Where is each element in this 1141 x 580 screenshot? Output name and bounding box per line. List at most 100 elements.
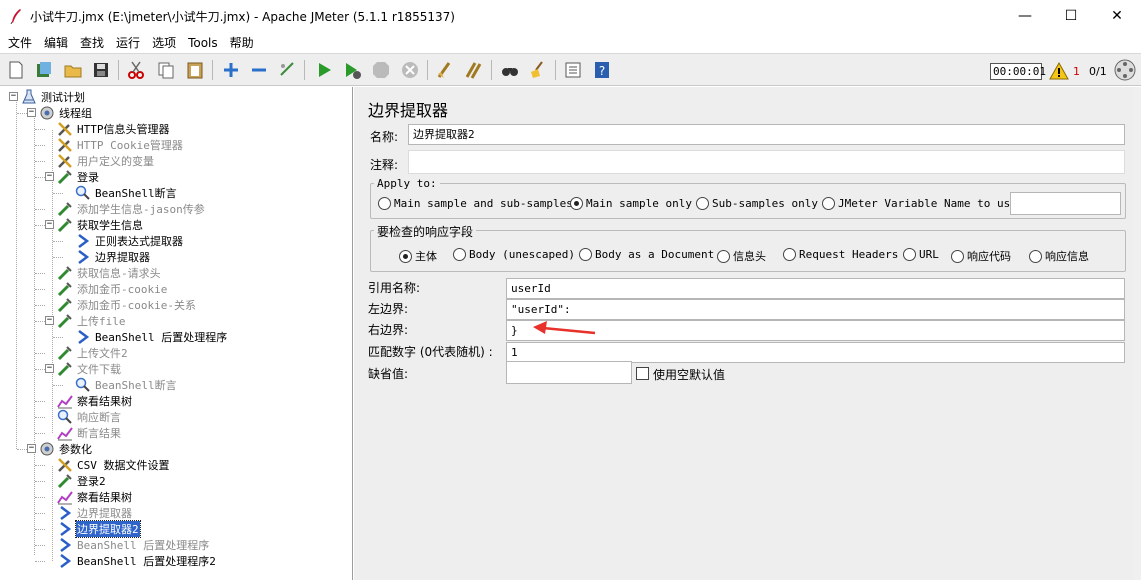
help-icon[interactable]: ? (591, 59, 613, 81)
clear-icon[interactable] (434, 59, 456, 81)
apply-sub-only-radio[interactable]: Sub-samples only (696, 197, 818, 210)
tree-expander[interactable]: − (45, 364, 54, 373)
tree-node[interactable]: 测试计划 (21, 89, 86, 105)
tree-connector (35, 513, 45, 514)
tree-node-label: 边界提取器 (95, 251, 150, 264)
cut-icon[interactable] (125, 59, 147, 81)
tree-node[interactable]: BeanShell 后置处理程序 (75, 329, 228, 345)
empty-default-checkbox[interactable] (636, 367, 649, 380)
tree-node[interactable]: 文件下载 (57, 361, 122, 377)
extractor-icon (57, 505, 73, 521)
tree-node[interactable]: HTTP Cookie管理器 (57, 137, 184, 153)
menu-edit[interactable]: 编辑 (39, 34, 73, 51)
apply-main-and-sub-radio[interactable]: Main sample and sub-samples (378, 197, 573, 210)
tree-node[interactable]: 上传file (57, 313, 127, 329)
function-helper-icon[interactable] (562, 59, 584, 81)
tree-node[interactable]: 参数化 (39, 441, 93, 457)
tree-node[interactable]: 边界提取器2 (57, 520, 141, 538)
open-folder-icon[interactable] (62, 59, 84, 81)
ref-name-input[interactable]: userId (506, 278, 1125, 299)
templates-icon[interactable] (33, 59, 55, 81)
comment-input[interactable] (408, 150, 1125, 174)
tree-node[interactable]: 正则表达式提取器 (75, 233, 184, 249)
tree-expander[interactable]: − (45, 172, 54, 181)
test-plan-tree[interactable]: − 测试计划 − 线程组 HTTP信息头管理器 HTTP Cookie管理器 用户定义的变量… (3, 87, 353, 580)
tree-node[interactable]: 边界提取器 (57, 505, 133, 521)
reset-search-broom-icon[interactable] (527, 59, 549, 81)
check-body-radio[interactable]: 主体 (399, 248, 437, 264)
tree-node[interactable]: 边界提取器 (75, 249, 151, 265)
start-icon[interactable] (313, 59, 335, 81)
tree-node[interactable]: BeanShell 后置处理程序 (57, 537, 210, 553)
tree-expander[interactable]: − (45, 220, 54, 229)
check-request-headers-radio[interactable]: Request Headers (783, 248, 898, 261)
panel-scrollbar[interactable] (1133, 87, 1141, 580)
tree-node-label: 正则表达式提取器 (95, 235, 183, 248)
apply-variable-radio[interactable]: JMeter Variable Name to use (822, 197, 1017, 210)
match-number-input[interactable]: 1 (506, 342, 1125, 363)
save-icon[interactable] (90, 59, 112, 81)
tree-node[interactable]: BeanShell断言 (75, 185, 178, 201)
tree-node[interactable]: HTTP信息头管理器 (57, 121, 171, 137)
paste-icon[interactable] (184, 59, 206, 81)
check-body-unescaped-radio[interactable]: Body (unescaped) (453, 248, 575, 261)
collapse-all-icon[interactable] (248, 59, 270, 81)
tree-expander[interactable]: − (27, 108, 36, 117)
search-binoculars-icon[interactable] (499, 59, 521, 81)
name-input[interactable]: 边界提取器2 (408, 124, 1125, 145)
tree-node[interactable]: BeanShell断言 (75, 377, 178, 393)
tree-node[interactable]: 登录 (57, 169, 100, 185)
check-body-document-radio[interactable]: Body as a Document (579, 248, 714, 261)
menu-help[interactable]: 帮助 (225, 34, 259, 51)
maximize-button[interactable]: ☐ (1048, 0, 1094, 32)
tree-expander[interactable]: − (45, 316, 54, 325)
menu-bar: 文件 编辑 查找 运行 选项 Tools 帮助 (0, 32, 1141, 53)
tree-node[interactable]: 线程组 (39, 105, 93, 121)
magnifier-icon (75, 377, 91, 393)
tree-node[interactable]: 添加金币-cookie (57, 281, 168, 297)
start-no-pauses-icon[interactable] (341, 59, 363, 81)
new-file-icon[interactable] (5, 59, 27, 81)
shutdown-icon[interactable] (399, 59, 421, 81)
toggle-icon[interactable] (276, 59, 298, 81)
menu-search[interactable]: 查找 (75, 34, 109, 51)
tree-node[interactable]: 登录2 (57, 473, 107, 489)
check-response-message-radio[interactable]: 响应信息 (1029, 248, 1089, 264)
tree-node-label: 用户定义的变量 (77, 155, 154, 168)
warning-icon[interactable] (1049, 62, 1069, 80)
default-value-input[interactable] (506, 361, 632, 384)
tree-connector (35, 305, 45, 306)
menu-run[interactable]: 运行 (111, 34, 145, 51)
minimize-button[interactable]: — (1002, 0, 1048, 32)
tree-node[interactable]: 察看结果树 (57, 393, 133, 409)
check-url-radio[interactable]: URL (903, 248, 939, 261)
tree-node[interactable]: BeanShell 后置处理程序2 (57, 553, 217, 569)
tree-node[interactable]: 上传文件2 (57, 345, 129, 361)
menu-options[interactable]: 选项 (147, 34, 181, 51)
copy-icon[interactable] (155, 59, 177, 81)
close-button[interactable]: ✕ (1094, 0, 1140, 32)
stop-icon[interactable] (370, 59, 392, 81)
check-response-code-radio[interactable]: 响应代码 (951, 248, 1011, 264)
tree-node[interactable]: 察看结果树 (57, 489, 133, 505)
check-headers-radio[interactable]: 信息头 (717, 248, 766, 264)
tree-node[interactable]: 添加金币-cookie-关系 (57, 297, 197, 313)
apply-main-only-radio[interactable]: Main sample only (570, 197, 692, 210)
tree-expander[interactable]: − (27, 444, 36, 453)
tree-node-label: 边界提取器 (77, 507, 132, 520)
tree-node[interactable]: 添加学生信息-jason传参 (57, 201, 206, 217)
tree-expander[interactable]: − (9, 92, 18, 101)
tree-node[interactable]: 获取学生信息 (57, 217, 144, 233)
menu-tools[interactable]: Tools (183, 36, 223, 50)
expand-all-icon[interactable] (220, 59, 242, 81)
menu-file[interactable]: 文件 (3, 34, 37, 51)
tree-node[interactable]: 响应断言 (57, 409, 122, 425)
tree-node[interactable]: CSV 数据文件设置 (57, 457, 171, 473)
tree-node[interactable]: 断言结果 (57, 425, 122, 441)
clear-all-icon[interactable] (463, 59, 485, 81)
variable-name-input[interactable] (1010, 192, 1121, 215)
tree-node[interactable]: 获取信息-请求头 (57, 265, 162, 281)
left-boundary-input[interactable]: "userId": (506, 299, 1125, 320)
tree-node[interactable]: 用户定义的变量 (57, 153, 155, 169)
tree-connector (53, 193, 63, 194)
